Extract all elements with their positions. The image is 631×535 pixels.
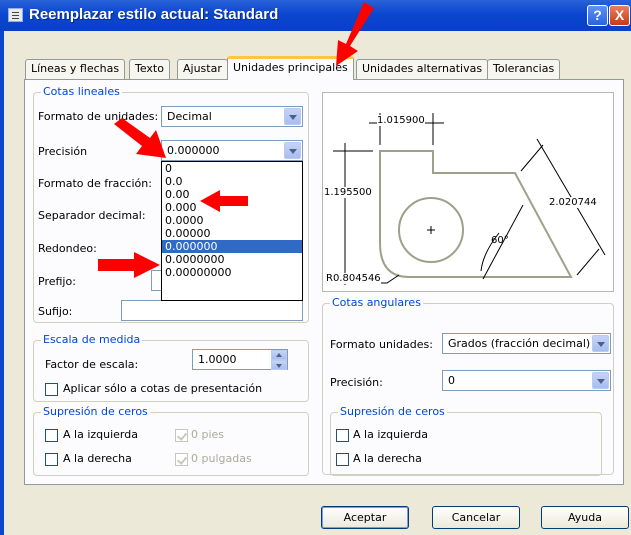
precision-option-selected[interactable]: 0.000000 xyxy=(162,240,302,253)
dim-top-label: 1.015900 xyxy=(377,115,425,126)
precision-option[interactable]: 0.00000000 xyxy=(162,266,302,279)
scale-factor-label: Factor de escala: xyxy=(45,358,139,371)
precision-dropdown-list[interactable]: 0 0.0 0.00 0.000 0.0000 0.00000 0.000000… xyxy=(161,161,303,301)
group-title: Escala de medida xyxy=(41,333,143,346)
group-title: Supresión de ceros xyxy=(338,405,447,418)
zero-feet-checkbox[interactable] xyxy=(175,429,188,442)
tab-lineas-flechas[interactable]: Líneas y flechas xyxy=(25,59,126,79)
leading-zeros-checkbox[interactable] xyxy=(45,429,58,442)
tab-ajustar[interactable]: Ajustar xyxy=(177,59,228,79)
fraction-format-label: Formato de fracción: xyxy=(38,177,152,190)
precision-select[interactable]: 0.000000 xyxy=(161,140,303,161)
tab-tolerancias[interactable]: Tolerancias xyxy=(487,59,561,79)
angular-trailing-zeros-label: A la derecha xyxy=(353,452,422,465)
red-arrow-icon xyxy=(98,252,160,278)
chevron-down-icon[interactable] xyxy=(592,335,609,352)
dimension-style-icon xyxy=(8,8,23,22)
zero-inches-checkbox[interactable] xyxy=(175,453,188,466)
suffix-input[interactable] xyxy=(121,300,303,321)
angular-leading-zeros-label: A la izquierda xyxy=(353,428,428,441)
scale-factor-spinner[interactable] xyxy=(271,350,287,371)
precision-option[interactable]: 0.00000 xyxy=(162,227,302,240)
precision-option[interactable]: 0.0 xyxy=(162,175,302,188)
round-off-label: Redondeo: xyxy=(38,242,97,255)
chevron-down-icon[interactable] xyxy=(592,372,609,389)
title-bar[interactable]: Reemplazar estilo actual: Standard ? X xyxy=(0,0,631,31)
red-arrow-icon xyxy=(200,190,248,212)
angular-precision-value: 0 xyxy=(448,374,455,387)
unit-format-value: Decimal xyxy=(167,110,212,123)
zero-suppression-group: Supresión de ceros xyxy=(33,405,309,476)
chevron-down-icon[interactable] xyxy=(284,108,301,125)
dim-angle-label: 60° xyxy=(491,235,509,246)
group-title: Supresión de ceros xyxy=(41,405,150,418)
ok-button[interactable]: Aceptar xyxy=(321,506,409,529)
zero-feet-label: 0 pies xyxy=(191,428,225,441)
help-button[interactable]: Ayuda xyxy=(541,506,629,529)
group-title: Cotas lineales xyxy=(41,85,122,98)
precision-option[interactable]: 0.0000 xyxy=(162,214,302,227)
zero-inches-label: 0 pulgadas xyxy=(191,452,252,465)
angular-format-select[interactable]: Grados (fracción decimal) xyxy=(442,333,611,354)
suffix-label: Sufijo: xyxy=(38,305,73,318)
tab-texto[interactable]: Texto xyxy=(129,59,170,79)
precision-option[interactable]: 0.0000000 xyxy=(162,253,302,266)
dim-radius-label: R0.804546 xyxy=(326,273,381,284)
dim-right-label: 2.020744 xyxy=(549,197,597,208)
dialog-window: Reemplazar estilo actual: Standard ? X L… xyxy=(0,0,631,535)
trailing-zeros-checkbox[interactable] xyxy=(45,453,58,466)
precision-value: 0.000000 xyxy=(167,144,220,157)
spin-up-icon[interactable] xyxy=(271,350,287,360)
spin-down-icon[interactable] xyxy=(271,360,287,370)
angular-trailing-zeros-checkbox[interactable] xyxy=(336,453,349,466)
chevron-down-icon[interactable] xyxy=(284,142,301,159)
angular-format-value: Grados (fracción decimal) xyxy=(448,337,591,350)
leading-zeros-label: A la izquierda xyxy=(63,428,138,441)
unit-format-select[interactable]: Decimal xyxy=(161,106,303,127)
dim-left-label: 1.195500 xyxy=(324,187,372,198)
trailing-zeros-label: A la derecha xyxy=(63,452,132,465)
decimal-separator-label: Separador decimal: xyxy=(38,209,146,222)
scale-factor-value: 1.0000 xyxy=(198,353,237,366)
angular-precision-label: Precisión: xyxy=(330,376,383,389)
help-title-button[interactable]: ? xyxy=(587,5,608,26)
layout-only-checkbox[interactable] xyxy=(45,383,58,396)
precision-option[interactable]: 0 xyxy=(162,162,302,175)
angular-format-label: Formato unidades: xyxy=(330,338,433,351)
angular-precision-select[interactable]: 0 xyxy=(442,370,611,391)
cancel-button[interactable]: Cancelar xyxy=(432,506,520,529)
prefix-label: Prefijo: xyxy=(38,275,76,288)
red-arrow-icon xyxy=(114,118,166,158)
red-arrow-icon xyxy=(336,2,374,66)
angular-zero-suppression-group: Supresión de ceros xyxy=(330,405,602,476)
precision-label: Precisión xyxy=(38,145,88,158)
group-title: Cotas angulares xyxy=(330,296,423,309)
dimension-preview: 1.015900 1.195500 2.020744 60° R0.804546 xyxy=(322,92,614,292)
layout-only-label: Aplicar sólo a cotas de presentación xyxy=(63,382,263,395)
close-button[interactable]: X xyxy=(609,5,630,26)
angular-leading-zeros-checkbox[interactable] xyxy=(336,429,349,442)
window-title: Reemplazar estilo actual: Standard xyxy=(29,6,279,23)
